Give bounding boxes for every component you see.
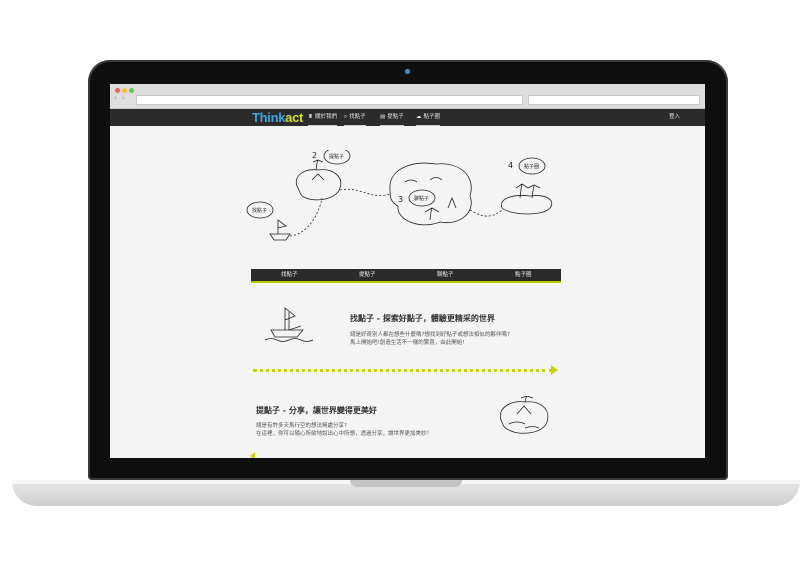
maximize-window-icon[interactable] xyxy=(129,88,134,93)
route-3-4 xyxy=(469,209,503,217)
address-bar[interactable] xyxy=(136,95,523,105)
nav-idea-circle-label: 點子圈 xyxy=(423,114,441,120)
section-tab-bar: 找點子 提點子 聊點子 點子圈 xyxy=(251,269,561,283)
step-number-2: 2 xyxy=(312,151,317,160)
minimize-window-icon[interactable] xyxy=(122,88,127,93)
tab-chat-ideas[interactable]: 聊點子 xyxy=(437,269,454,281)
route-1-2 xyxy=(289,197,323,237)
section-submit-text: 總是有許多天馬行空的想法無處分享? 在這裡，你可以隨心所欲地說出心中所想，透過分… xyxy=(256,422,486,438)
site-logo[interactable]: Thinkact xyxy=(252,109,303,126)
nav-idea-circle[interactable]: ☁ 點子圈 xyxy=(416,109,441,126)
browser-chrome: ‹ › xyxy=(110,84,705,109)
idea-map-illustration: 1 找點子 2 提點子 3 聊點子 4 點子圈 xyxy=(240,150,553,241)
step-number-1: 1 xyxy=(240,206,241,215)
route-2-3 xyxy=(339,188,391,196)
logo-text-act: act xyxy=(285,110,304,125)
tab-idea-circle[interactable]: 點子圈 xyxy=(515,269,532,281)
nav-find-ideas-label: 找點子 xyxy=(349,114,366,120)
step-label-1: 找點子 xyxy=(252,207,267,214)
ship-sails xyxy=(284,307,302,331)
ship-illustration xyxy=(265,307,313,342)
section-submit-title: 提點子 - 分享，讓世界變得更美好 xyxy=(256,406,377,415)
arrow-left-icon xyxy=(250,452,255,458)
document-icon: ▤ xyxy=(380,114,386,120)
chat-icon: ☁ xyxy=(416,114,422,120)
back-icon[interactable]: ‹ xyxy=(114,94,117,102)
section-find-title: 找點子 - 探索好點子，體驗更精采的世界 xyxy=(350,314,495,323)
section-find-text: 總是好奇別人都在想些什麼嗎?想找到好點子或想法相似的夥伴嗎? 馬上開始吧!創造生… xyxy=(350,331,570,347)
nav-about[interactable]: ♜ 關於我們 xyxy=(308,109,337,126)
step-number-4: 4 xyxy=(508,161,513,170)
nav-submit-ideas[interactable]: ▤ 提點子 xyxy=(380,109,404,126)
palm-tree-3 xyxy=(424,207,440,221)
laptop-notch xyxy=(350,480,462,487)
ship-hull xyxy=(270,329,304,338)
login-link[interactable]: 登入 xyxy=(669,109,680,126)
search-icon: ⌕ xyxy=(344,114,348,120)
palm-tree xyxy=(312,159,324,171)
section-submit-line1: 總是有許多天馬行空的想法無處分享? xyxy=(256,423,347,429)
camera-icon xyxy=(405,69,410,74)
step-label-2: 提點子 xyxy=(329,153,344,160)
step-label-4: 點子圈 xyxy=(524,163,539,170)
forward-icon[interactable]: › xyxy=(122,94,125,102)
nav-find-ideas[interactable]: ⌕ 找點子 xyxy=(344,109,366,126)
mountain-2 xyxy=(311,173,325,181)
tab-find-ideas[interactable]: 找點子 xyxy=(281,269,298,281)
island-4 xyxy=(501,195,553,215)
nav-about-label: 關於我們 xyxy=(314,114,337,120)
site-navbar: Thinkact ♜ 關於我們 ⌕ 找點子 ▤ 提點子 ☁ 點子圈 登入 xyxy=(110,109,705,126)
person-icon: ♜ xyxy=(308,114,313,120)
step-label-3: 聊點子 xyxy=(414,195,429,202)
logo-text-think: Think xyxy=(252,110,286,125)
island-mountain xyxy=(516,405,532,415)
section-submit-line2: 在這裡，你可以隨心所欲地說出心中所想，透過分享，讓世界更加美妙！ xyxy=(256,431,433,437)
step-number-3: 3 xyxy=(398,195,403,204)
island-lines xyxy=(508,421,540,429)
nav-submit-ideas-label: 提點子 xyxy=(387,114,404,120)
arrow-right-icon xyxy=(551,365,558,375)
browser-search-field[interactable] xyxy=(528,95,700,105)
section-find-line1: 總是好奇別人都在想些什麼嗎?想找到好點子或想法相似的夥伴嗎? xyxy=(350,332,510,338)
island-palm xyxy=(520,396,534,403)
close-window-icon[interactable] xyxy=(115,88,120,93)
ship-icon xyxy=(269,219,291,241)
sea-waves xyxy=(265,338,313,342)
section-find-line2: 馬上開始吧!創造生活不一樣的驚喜，由此開始! xyxy=(350,340,465,346)
dotted-divider xyxy=(253,369,553,372)
laptop-screen: ‹ › Thinkact ♜關於我們 ⌕找點子 ▤提點子 ☁點子圈 登入 xyxy=(110,84,705,458)
tab-submit-ideas[interactable]: 提點子 xyxy=(359,269,376,281)
island-illustration xyxy=(499,396,549,434)
